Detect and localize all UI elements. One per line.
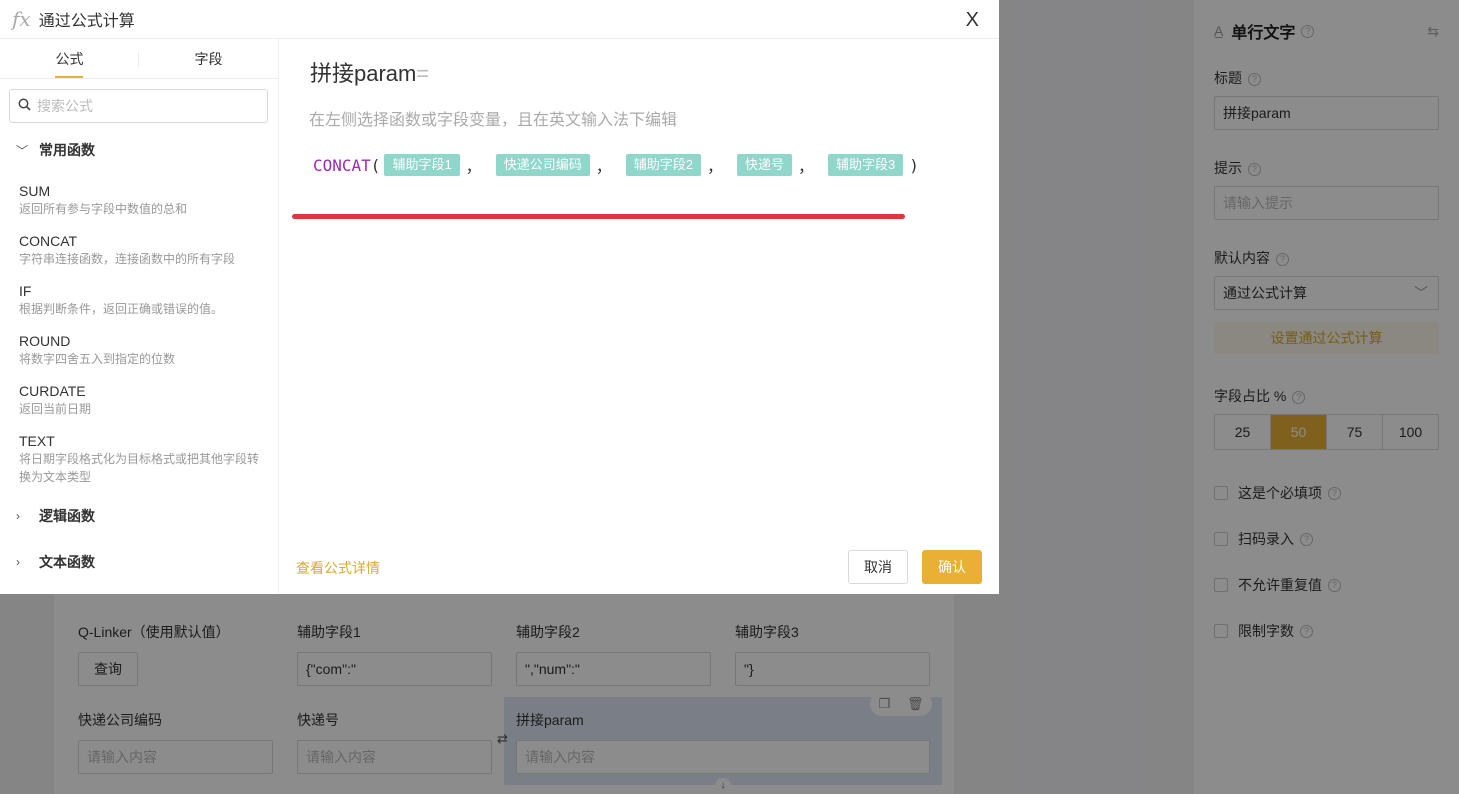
confirm-button[interactable]: 确认 [922,550,982,584]
search-input[interactable]: 搜索公式 [37,96,93,116]
field-chip[interactable]: 快递公司编码 [495,154,590,176]
function-item-curdate[interactable]: CURDATE 返回当前日期 [0,382,278,418]
comma: ， [465,159,482,176]
editor-hint: 在左侧选择函数或字段变量，且在英文输入法下编辑 [309,112,678,129]
formula-search[interactable]: 搜索公式 [9,89,268,123]
close-button[interactable]: X [966,9,979,32]
group-text[interactable]: › 文本函数 [0,552,278,572]
field-chip[interactable]: 辅助字段3 [828,154,904,176]
chevron-right-icon: › [16,509,20,523]
chevron-right-icon: › [16,555,20,569]
modal-title: 通过公式计算 [38,13,135,30]
function-item-concat[interactable]: CONCAT 字符串连接函数，连接函数中的所有字段 [0,232,278,268]
formula-expression[interactable]: CONCAT ( 辅助字段1 ， 快递公司编码 ， 辅助字段2 ， 快递号 ， … [313,154,919,176]
formula-modal: fx 通过公式计算 X 公式 字段 搜索公式 ﹀ 常用函数 SUM 返回所有参与… [0,0,999,594]
comma: ， [797,159,814,176]
chevron-down-icon: ﹀ [16,143,29,158]
search-icon [18,98,31,114]
formula-detail-link[interactable]: 查看公式详情 [296,558,380,578]
fx-icon: fx [12,7,31,31]
function-item-round[interactable]: ROUND 将数字四舍五入到指定的位数 [0,332,278,368]
cancel-button[interactable]: 取消 [848,550,908,584]
close-paren: ) [909,155,919,175]
function-keyword: CONCAT [313,155,371,175]
target-field-title: 拼接param= [310,61,430,86]
sidebar-tabs: 公式 字段 [0,39,278,79]
field-chip[interactable]: 辅助字段2 [625,154,701,176]
tab-fields[interactable]: 字段 [139,39,278,78]
function-item-if[interactable]: IF 根据判断条件，返回正确或错误的值。 [0,282,278,318]
open-paren: ( [370,155,381,175]
modal-header: fx 通过公式计算 X [0,0,999,39]
function-item-text[interactable]: TEXT 将日期字段格式化为目标格式或把其他字段转换为文本类型 [0,432,278,486]
comma: ， [595,159,612,176]
formula-editor: 拼接param= 在左侧选择函数或字段变量，且在英文输入法下编辑 CONCAT … [279,39,999,594]
group-logic[interactable]: › 逻辑函数 [0,506,278,526]
red-underline-annotation [292,214,905,219]
field-chip[interactable]: 快递号 [736,154,792,176]
comma: ， [706,159,723,176]
function-sidebar: 公式 字段 搜索公式 ﹀ 常用函数 SUM 返回所有参与字段中数值的总和 CON… [0,39,279,594]
tab-formula[interactable]: 公式 [0,39,139,78]
group-common[interactable]: ﹀ 常用函数 [0,140,278,160]
function-item-sum[interactable]: SUM 返回所有参与字段中数值的总和 [0,182,278,218]
field-chip[interactable]: 辅助字段1 [384,154,460,176]
